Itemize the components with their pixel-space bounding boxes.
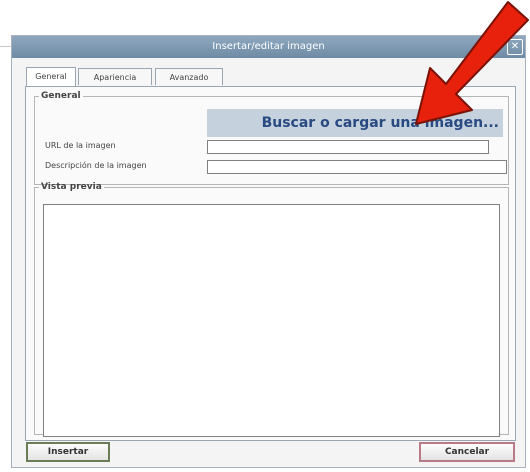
image-description-label: Descripción de la imagen (45, 161, 147, 170)
screen: Insertar/editar imagen ✕ General Aparien… (0, 0, 530, 472)
insert-button[interactable]: Insertar (26, 442, 110, 462)
tab-appearance-label: Apariencia (93, 73, 137, 82)
cancel-button[interactable]: Cancelar (419, 442, 515, 462)
image-url-input[interactable] (207, 140, 489, 154)
preview-fieldset: Vista previa (34, 182, 509, 437)
tab-advanced-label: Avanzado (169, 73, 209, 82)
tab-general-label: General (35, 72, 67, 81)
general-tab-panel: General Buscar o cargar una imagen... UR… (25, 86, 516, 441)
image-preview-area (43, 204, 500, 437)
image-url-label: URL de la imagen (45, 141, 116, 150)
tab-appearance[interactable]: Apariencia (78, 68, 152, 85)
general-legend: General (41, 91, 81, 101)
preview-legend: Vista previa (41, 182, 102, 192)
tab-advanced[interactable]: Avanzado (155, 68, 223, 85)
dialog-title: Insertar/editar imagen (212, 41, 325, 52)
arrow-shape (415, 1, 529, 125)
red-arrow-icon (415, 1, 529, 125)
image-description-input[interactable] (207, 160, 507, 174)
tab-general[interactable]: General (26, 67, 76, 86)
